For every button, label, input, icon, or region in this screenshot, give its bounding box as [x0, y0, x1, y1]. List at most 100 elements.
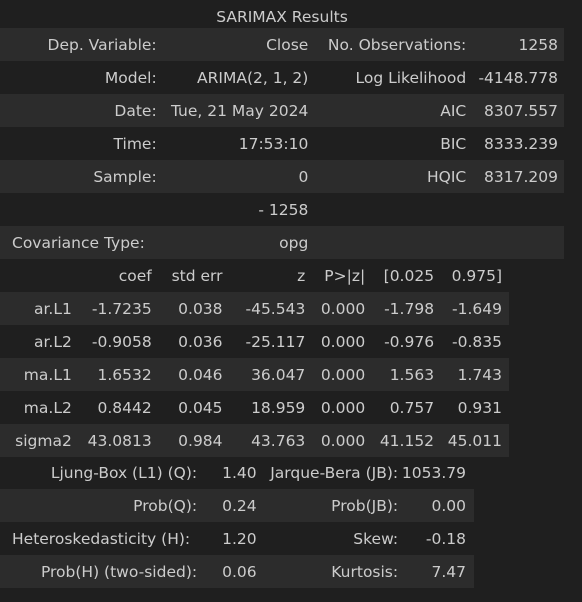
table-cell: -25.117: [245, 332, 306, 351]
table-cell: 0.757: [389, 398, 435, 417]
table-cell: 1.743: [439, 358, 509, 391]
table-cell: -45.543: [226, 292, 311, 325]
table-row: Time: 17:53:10 BIC 8333.239: [0, 127, 564, 160]
time-label: Time:: [113, 134, 157, 153]
column-header: 0.975]: [451, 266, 502, 285]
table-cell: 0.8442: [97, 398, 152, 417]
column-header: P>|z|: [324, 266, 366, 285]
n-obs-label: No. Observations:: [313, 28, 471, 61]
diagnostic-label: Jarque-Bera (JB):: [270, 463, 399, 482]
table-row: Date: Tue, 21 May 2024 AIC 8307.557: [0, 94, 564, 127]
sample-end-value: - 1258: [258, 200, 309, 219]
table-row: sigma2 43.0813 0.984 43.763 0.000 41.152…: [0, 424, 509, 457]
table-cell: 0.000: [310, 358, 370, 391]
table-row: Sample: 0 HQIC 8317.209: [0, 160, 564, 193]
table-cell: -0.9058: [91, 332, 152, 351]
table-row: Ljung-Box (L1) (Q): 1.40 Jarque-Bera (JB…: [0, 456, 474, 489]
model-summary-table: Dep. Variable: Close No. Observations: 1…: [0, 28, 564, 259]
hqic-label: HQIC: [313, 160, 471, 193]
aic-value: 8307.557: [470, 94, 564, 127]
table-row: ma.L1 1.6532 0.046 36.047 0.000 1.563 1.…: [0, 358, 509, 391]
diagnostic-label: Prob(H) (two-sided):: [0, 555, 204, 588]
table-row: ar.L2 -0.9058 0.036 -25.117 0.000 -0.976…: [0, 325, 509, 358]
param-name: ma.L1: [0, 358, 77, 391]
table-cell: 0.931: [457, 398, 502, 417]
param-name: sigma2: [0, 424, 77, 457]
table-cell: -1.7235: [76, 292, 157, 325]
table-cell: 0.045: [178, 398, 223, 417]
sample-start-value: 0: [162, 160, 314, 193]
sample-label: Sample:: [0, 160, 163, 193]
table-row: - 1258: [0, 193, 564, 226]
empty-cell: [470, 193, 564, 226]
param-name: ar.L1: [0, 292, 77, 325]
table-cell: 18.959: [251, 398, 306, 417]
table-cell: 0.000: [310, 424, 370, 457]
empty-cell: [0, 193, 163, 226]
diagnostic-label: Skew:: [353, 529, 399, 548]
param-name: ma.L2: [23, 398, 72, 417]
diagnostic-label: Heteroskedasticity (H):: [12, 529, 191, 548]
sarimax-results-output: SARIMAX Results Dep. Variable: Close No.…: [0, 0, 582, 602]
column-header: [0, 259, 77, 292]
coefficients-table: coef std err z P>|z| [0.025 0.975] ar.L1…: [0, 259, 509, 457]
table-row: Prob(H) (two-sided): 0.06 Kurtosis: 7.47: [0, 555, 474, 588]
diagnostic-label: Ljung-Box (L1) (Q):: [50, 463, 198, 482]
table-cell: -1.649: [439, 292, 509, 325]
table-cell: 36.047: [226, 358, 311, 391]
time-value: 17:53:10: [238, 134, 309, 153]
diagnostics-table: Ljung-Box (L1) (Q): 1.40 Jarque-Bera (JB…: [0, 456, 474, 588]
table-cell: 0.000: [320, 398, 366, 417]
table-row: ma.L2 0.8442 0.045 18.959 0.000 0.757 0.…: [0, 391, 509, 424]
diagnostic-value: 1053.79: [401, 463, 466, 482]
column-header: coef: [118, 266, 152, 285]
diagnostic-value: 0.06: [203, 555, 259, 588]
empty-cell: [313, 226, 471, 259]
covariance-type-label: Covariance Type:: [0, 226, 163, 259]
table-cell: 0.000: [320, 332, 366, 351]
log-likelihood-value: -4148.778: [478, 68, 558, 87]
empty-cell: [470, 226, 564, 259]
table-cell: 0.984: [156, 424, 227, 457]
date-value: Tue, 21 May 2024: [162, 94, 314, 127]
dep-variable-label: Dep. Variable:: [0, 28, 163, 61]
diagnostic-label: Prob(JB):: [258, 489, 402, 522]
table-caption: SARIMAX Results: [216, 8, 348, 26]
table-cell: 1.6532: [76, 358, 157, 391]
date-label: Date:: [0, 94, 163, 127]
table-row: Prob(Q): 0.24 Prob(JB): 0.00: [0, 489, 474, 522]
column-header: [0.025: [383, 266, 435, 285]
aic-label: AIC: [313, 94, 471, 127]
diagnostic-value: 7.47: [401, 555, 474, 588]
table-cell: 1.563: [369, 358, 440, 391]
diagnostic-value: 1.40: [222, 463, 257, 482]
table-header-row: coef std err z P>|z| [0.025 0.975]: [0, 259, 509, 292]
param-name: ar.L2: [33, 332, 72, 351]
diagnostic-value: -0.18: [425, 529, 466, 548]
table-row: ar.L1 -1.7235 0.038 -45.543 0.000 -1.798…: [0, 292, 509, 325]
table-cell: -1.798: [369, 292, 440, 325]
column-header: z: [297, 266, 306, 285]
diagnostic-value: 1.20: [222, 529, 257, 548]
table-cell: 0.036: [178, 332, 223, 351]
table-cell: 41.152: [369, 424, 440, 457]
table-row: Covariance Type: opg: [0, 226, 564, 259]
diagnostic-value: 0.00: [401, 489, 474, 522]
table-cell: -0.835: [452, 332, 502, 351]
table-cell: 43.0813: [76, 424, 157, 457]
model-value: ARIMA(2, 1, 2): [197, 68, 309, 87]
diagnostic-label: Prob(Q):: [0, 489, 204, 522]
table-cell: -0.976: [384, 332, 435, 351]
dep-variable-value: Close: [162, 28, 314, 61]
n-obs-value: 1258: [470, 28, 564, 61]
log-likelihood-label: Log Likelihood: [355, 68, 467, 87]
bic-value: 8333.239: [484, 134, 558, 153]
table-cell: 0.038: [156, 292, 227, 325]
table-row: Dep. Variable: Close No. Observations: 1…: [0, 28, 564, 61]
table-cell: 43.763: [226, 424, 311, 457]
table-row: Model: ARIMA(2, 1, 2) Log Likelihood -41…: [0, 61, 564, 94]
empty-cell: [313, 193, 470, 226]
model-label: Model:: [104, 68, 157, 87]
table-row: Heteroskedasticity (H): 1.20 Skew: -0.18: [0, 522, 474, 555]
diagnostic-label: Kurtosis:: [258, 555, 402, 588]
